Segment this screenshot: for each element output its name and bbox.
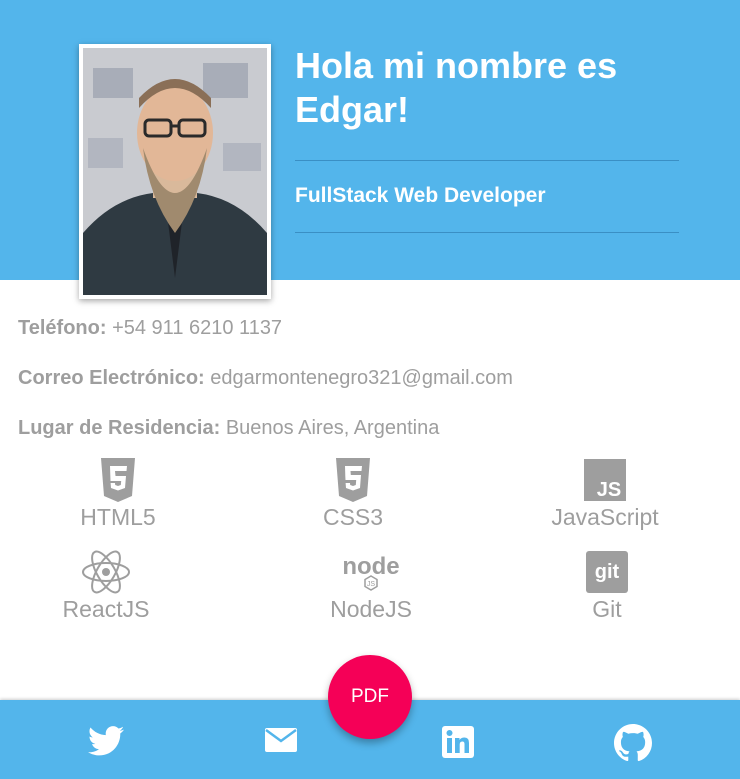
pdf-download-button[interactable]: PDF bbox=[328, 655, 412, 739]
phone-value: +54 911 6210 1137 bbox=[112, 317, 283, 339]
twitter-icon bbox=[88, 726, 124, 756]
css3-icon bbox=[336, 458, 370, 502]
email-value: edgarmontenegro321@gmail.com bbox=[210, 367, 513, 389]
email-info: Correo Electrónico: edgarmontenegro321@g… bbox=[18, 367, 513, 390]
job-title: FullStack Web Developer bbox=[295, 184, 546, 207]
location-label: Lugar de Residencia: bbox=[18, 417, 221, 439]
skill-react: ReactJS bbox=[6, 550, 206, 623]
email-link[interactable] bbox=[264, 726, 304, 760]
phone-label: Teléfono: bbox=[18, 317, 107, 339]
github-link[interactable] bbox=[614, 724, 654, 762]
skill-git: git Git bbox=[507, 550, 707, 623]
skill-label: CSS3 bbox=[322, 504, 384, 530]
nodejs-icon: node JS bbox=[342, 553, 400, 591]
linkedin-link[interactable] bbox=[442, 726, 482, 760]
location-value: Buenos Aires, Argentina bbox=[225, 417, 440, 439]
twitter-link[interactable] bbox=[88, 726, 128, 760]
email-label: Correo Electrónico: bbox=[18, 367, 205, 389]
skill-label: JavaScript bbox=[551, 504, 659, 530]
svg-text:JS: JS bbox=[597, 479, 621, 501]
divider-top bbox=[295, 160, 679, 161]
header: Hola mi nombre es Edgar! FullStack Web D… bbox=[0, 0, 740, 299]
resume-page: Hola mi nombre es Edgar! FullStack Web D… bbox=[0, 0, 740, 779]
skill-nodejs: node JS NodeJS bbox=[271, 550, 471, 623]
skill-label: Git bbox=[592, 596, 622, 622]
github-icon bbox=[614, 724, 652, 762]
svg-text:JS: JS bbox=[367, 581, 376, 588]
git-icon: git bbox=[586, 551, 628, 593]
svg-text:git: git bbox=[595, 561, 620, 583]
html5-icon bbox=[101, 458, 135, 502]
divider-bottom bbox=[295, 232, 679, 233]
phone-info: Teléfono: +54 911 6210 1137 bbox=[18, 317, 282, 340]
linkedin-icon bbox=[442, 726, 474, 758]
skill-label: NodeJS bbox=[330, 596, 412, 622]
location-info: Lugar de Residencia: Buenos Aires, Argen… bbox=[18, 417, 439, 440]
page-title: Hola mi nombre es Edgar! bbox=[295, 45, 618, 130]
skill-label: HTML5 bbox=[80, 504, 156, 530]
profile-photo-image bbox=[83, 48, 267, 295]
skill-html5: HTML5 bbox=[18, 458, 218, 531]
javascript-icon: JS bbox=[584, 459, 626, 501]
skill-css3: CSS3 bbox=[253, 458, 453, 531]
mail-icon bbox=[265, 728, 297, 752]
skill-javascript: JS JavaScript bbox=[505, 458, 705, 531]
react-icon bbox=[82, 550, 130, 594]
skill-label: ReactJS bbox=[62, 596, 150, 622]
profile-photo bbox=[79, 44, 271, 299]
